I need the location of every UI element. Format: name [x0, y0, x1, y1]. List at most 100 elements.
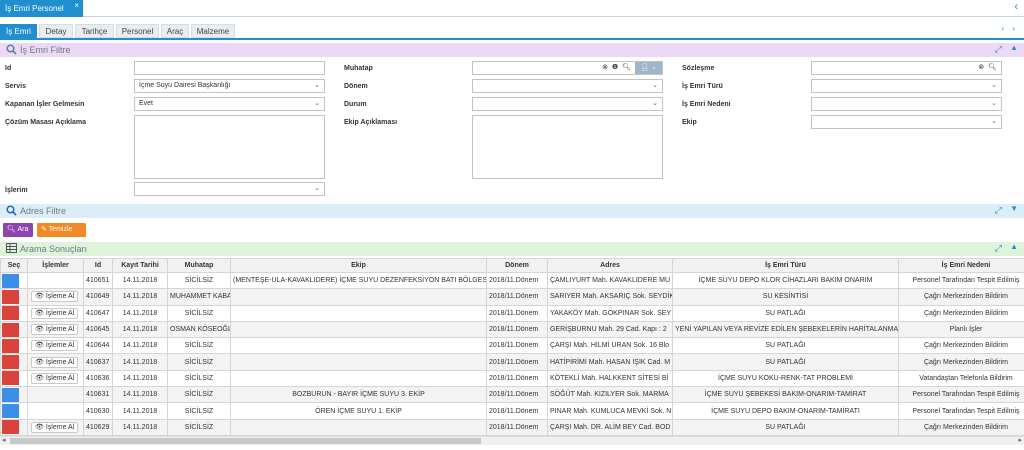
cell-muhatap: MUHAMMET KABA	[167, 288, 231, 306]
muhatap-input[interactable]: ⊗ ❶ 🔍︎ 👤︎ ⌄	[472, 61, 663, 75]
search-button[interactable]: 🔍︎ Ara	[3, 223, 33, 237]
cell-action	[0, 418, 28, 436]
donem-select[interactable]: ⌄	[472, 79, 663, 93]
durum-select[interactable]: ⌄	[472, 97, 663, 111]
address-section-header[interactable]: Adres Filtre ⤢ ▼	[0, 204, 1024, 218]
process-button[interactable]: 👁︎ İşleme Al	[31, 324, 79, 336]
select-checkbox[interactable]	[2, 289, 19, 304]
expand-icon[interactable]: ⤢	[995, 243, 1002, 254]
cell-muhatap: SİCİLSİZ	[167, 386, 231, 404]
col-header-islemler[interactable]: İşlemler	[27, 258, 84, 273]
sozlesme-label: Sözleşme	[682, 65, 715, 72]
islerim-select[interactable]: ⌄	[134, 182, 325, 196]
tab-arac[interactable]: Araç	[161, 24, 189, 38]
tab-detay[interactable]: Detay	[39, 24, 73, 38]
table-row[interactable]: 👁︎ İşleme Al 410645 14.11.2018 OSMAN KÖSEOĞ…	[0, 320, 1024, 339]
cell-date: 14.11.2018	[112, 418, 168, 436]
cell-muhatap: SİCİLSİZ	[167, 271, 231, 290]
cell-adres: ÇAMLIYURT Mah. KAVAKLIDERE MU	[547, 271, 673, 290]
horizontal-scrollbar[interactable]: ◂ ▸	[0, 436, 1024, 445]
results-section-header: Arama Sonuçları ⤢ ▲	[0, 242, 1024, 256]
muhatap-field-icons[interactable]: ⊗ ❶ 🔍︎	[602, 62, 632, 74]
select-checkbox[interactable]	[2, 355, 19, 370]
tab-is-emri[interactable]: İş Emri	[0, 24, 37, 38]
ekip-aciklama-textarea[interactable]	[472, 115, 663, 179]
table-row[interactable]: 👁︎ İşleme Al 410629 14.11.2018 SİCİLSİZ 2018…	[0, 418, 1024, 436]
clear-button[interactable]: ✎ Temizle	[37, 223, 86, 237]
select-checkbox[interactable]	[2, 273, 19, 288]
tab-scroll-arrows[interactable]: ‹ ›	[1001, 24, 1018, 33]
col-header-adres[interactable]: Adres	[547, 258, 673, 273]
sozlesme-field-icons[interactable]: ⊗ 🔍︎	[978, 62, 998, 74]
filter-section-title: İş Emri Filtre	[20, 45, 71, 55]
cell-is-emri-nedeni: Çağrı Merkezinden Bildirim	[898, 418, 1024, 436]
tab-malzeme[interactable]: Malzeme	[191, 24, 235, 38]
isemri-turu-select[interactable]: ⌄	[811, 79, 1002, 93]
select-checkbox[interactable]	[2, 322, 19, 337]
table-row[interactable]: 410651 14.11.2018 SİCİLSİZ (MENTEŞE-ULA-KAV…	[0, 271, 1024, 290]
col-header-is-emri-turu[interactable]: İş Emri Türü	[672, 258, 899, 273]
process-button[interactable]: 👁︎ İşleme Al	[31, 356, 79, 368]
scroll-left-icon[interactable]: ◂	[2, 436, 6, 444]
process-button[interactable]: 👁︎ İşleme Al	[31, 291, 79, 303]
ekip-select[interactable]: ⌄	[811, 115, 1002, 129]
scroll-right-icon[interactable]: ▸	[1018, 436, 1022, 444]
col-header-kayit-tarihi[interactable]: Kayıt Tarihi	[112, 258, 168, 273]
scrollbar-thumb[interactable]	[10, 438, 481, 444]
col-header-id[interactable]: Id	[83, 258, 113, 273]
servis-label: Servis	[5, 83, 27, 90]
select-checkbox[interactable]	[2, 371, 19, 386]
sozlesme-input[interactable]: ⊗ 🔍︎	[811, 61, 1002, 75]
process-button[interactable]: 👁︎ İşleme Al	[31, 421, 79, 433]
table-row[interactable]: 410630 14.11.2018 SİCİLSİZ ÖREN İÇME SUYU 1…	[0, 402, 1024, 420]
table-row[interactable]: 👁︎ İşleme Al 410637 14.11.2018 SİCİLSİZ 2018…	[0, 353, 1024, 371]
eye-icon: 👁︎	[35, 342, 44, 350]
isemri-turu-label: İş Emri Türü	[682, 83, 723, 90]
chevron-down-icon: ⌄	[314, 185, 320, 192]
cell-action: 👁︎ İşleme Al	[27, 320, 84, 339]
process-button[interactable]: 👁︎ İşleme Al	[31, 372, 79, 384]
cozum-textarea[interactable]	[134, 115, 325, 179]
window-tab-is-emri-personel[interactable]: İş Emri Personel ×	[0, 0, 83, 17]
cell-id: 410630	[83, 402, 113, 420]
id-input[interactable]	[134, 61, 325, 75]
process-button[interactable]: 👁︎ İşleme Al	[31, 340, 79, 352]
table-row[interactable]: 👁︎ İşleme Al 410636 14.11.2018 SİCİLSİZ 2018…	[0, 369, 1024, 388]
kapanan-select[interactable]: Evet ⌄	[134, 97, 325, 111]
select-checkbox[interactable]	[2, 387, 19, 402]
process-button[interactable]: 👁︎ İşleme Al	[31, 307, 79, 319]
col-header-is-emri-nedeni[interactable]: İş Emri Nedeni	[898, 258, 1024, 273]
chevron-down-icon[interactable]: ▼	[1010, 204, 1018, 213]
col-header-sec[interactable]: Seç	[0, 258, 28, 273]
chevron-up-icon[interactable]: ▲	[1010, 242, 1018, 251]
close-icon[interactable]: ×	[74, 0, 79, 14]
cell-id: 410629	[83, 418, 113, 436]
cell-id: 410637	[83, 353, 113, 371]
table-row[interactable]: 👁︎ İşleme Al 410649 14.11.2018 MUHAMMET KAB…	[0, 288, 1024, 306]
col-header-ekip[interactable]: Ekip	[230, 258, 487, 273]
expand-icon[interactable]: ⤢	[995, 205, 1002, 216]
cell-muhatap: SİCİLSİZ	[167, 402, 231, 420]
chevron-left-icon[interactable]: ‹	[1014, 1, 1018, 13]
table-row[interactable]: 👁︎ İşleme Al 410644 14.11.2018 SİCİLSİZ 2018…	[0, 337, 1024, 355]
select-checkbox[interactable]	[2, 404, 19, 419]
servis-select[interactable]: İçme Suyu Dairesi Başkanlığı ⌄	[134, 79, 325, 93]
expand-icon[interactable]: ⤢	[995, 44, 1002, 55]
results-grid: Seç İşlemler Id Kayıt Tarihi Muhatap Eki…	[0, 258, 1024, 436]
window-tab-bar: İş Emri Personel × ‹	[0, 0, 1024, 17]
table-row[interactable]: 👁︎ İşleme Al 410647 14.11.2018 SİCİLSİZ 2018…	[0, 304, 1024, 322]
col-header-donem[interactable]: Dönem	[486, 258, 548, 273]
select-checkbox[interactable]	[2, 306, 19, 321]
tab-personel[interactable]: Personel	[116, 24, 159, 38]
table-row[interactable]: 410631 14.11.2018 SİCİLSİZ BOZBURUN - BAYIR…	[0, 386, 1024, 404]
select-checkbox[interactable]	[2, 420, 19, 435]
col-header-muhatap[interactable]: Muhatap	[167, 258, 231, 273]
chevron-up-icon[interactable]: ▲	[1010, 43, 1018, 52]
cell-muhatap: SİCİLSİZ	[167, 353, 231, 371]
isemri-nedeni-select[interactable]: ⌄	[811, 97, 1002, 111]
results-table: Seç İşlemler Id Kayıt Tarihi Muhatap Eki…	[0, 258, 1024, 436]
cell-ekip: (MENTEŞE-ULA-KAVAKLIDERE) İÇME SUYU DEZE…	[230, 271, 487, 290]
select-checkbox[interactable]	[2, 338, 19, 353]
tab-tarihce[interactable]: Tarihçe	[75, 24, 114, 38]
user-select-button[interactable]: 👤︎ ⌄	[635, 62, 662, 74]
